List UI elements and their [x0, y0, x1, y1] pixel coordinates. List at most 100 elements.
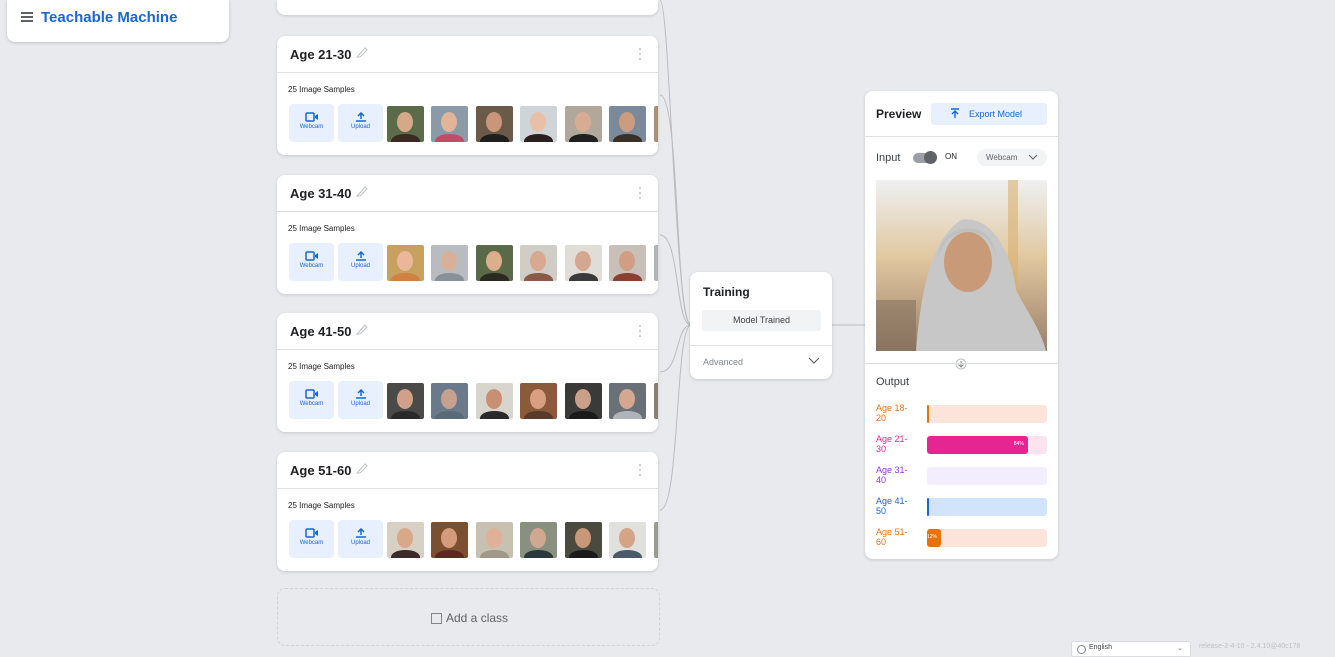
output-row: Age 31- 40 — [876, 465, 1047, 487]
sample-thumbnail[interactable] — [475, 245, 513, 281]
training-panel: Training Model Trained Advanced — [690, 272, 832, 379]
sample-thumbnail[interactable] — [653, 245, 658, 281]
output-class-label: Age 51- 60 — [876, 527, 908, 547]
export-model-label: Export Model — [969, 109, 1023, 119]
more-options-icon[interactable] — [639, 325, 642, 339]
class-name[interactable]: Age 51-60 — [290, 463, 351, 478]
edit-pencil-icon[interactable] — [355, 461, 369, 475]
sample-thumbnail[interactable] — [431, 245, 469, 281]
output-row: Age 18- 20 — [876, 403, 1047, 425]
sample-thumbnail[interactable] — [475, 522, 513, 558]
edit-pencil-icon[interactable] — [355, 184, 369, 198]
upload-button[interactable]: Upload — [338, 520, 383, 558]
edit-pencil-icon[interactable] — [355, 45, 369, 59]
globe-icon — [1077, 645, 1086, 654]
input-label: Input — [876, 152, 901, 164]
sample-thumbnail[interactable] — [609, 245, 647, 281]
sample-thumbnail[interactable] — [387, 245, 424, 281]
output-class-label: Age 31- 40 — [876, 465, 908, 485]
edit-pencil-icon[interactable] — [355, 322, 369, 336]
divider — [865, 363, 1058, 364]
sample-thumbnail[interactable] — [387, 106, 424, 142]
preview-title: Preview — [876, 107, 922, 121]
upload-button[interactable]: Upload — [338, 381, 383, 419]
add-box-icon — [431, 613, 442, 624]
sample-thumbnail[interactable] — [609, 522, 647, 558]
upload-button-label: Upload — [350, 263, 370, 269]
upload-button-label: Upload — [350, 540, 370, 546]
sample-thumbnail[interactable] — [520, 383, 558, 419]
class-name[interactable]: Age 21-30 — [290, 47, 351, 62]
sample-thumbnail[interactable] — [475, 106, 513, 142]
class-card-age-41-50: Age 41-50 25 Image Samples Webcam Upload — [277, 313, 658, 432]
preview-panel: Preview Export Model Input ON Webcam Out… — [865, 91, 1058, 559]
sample-thumbnail[interactable] — [564, 522, 602, 558]
sample-thumbnail[interactable] — [609, 106, 647, 142]
webcam-button-label: Webcam — [299, 401, 324, 407]
confidence-bar-fill — [927, 405, 929, 423]
sample-thumbnail[interactable] — [387, 522, 424, 558]
advanced-toggle-label[interactable]: Advanced — [703, 357, 743, 367]
sample-thumbnail[interactable] — [653, 383, 658, 419]
upload-button-label: Upload — [350, 124, 370, 130]
sample-thumbnail[interactable] — [653, 106, 658, 142]
confidence-percent: 12% — [926, 534, 937, 540]
class-name[interactable]: Age 31-40 — [290, 186, 351, 201]
webcam-icon — [304, 251, 318, 261]
sample-count: 25 Image Samples — [288, 224, 355, 233]
add-class-button[interactable]: Add a class — [277, 588, 660, 646]
webcam-button-label: Webcam — [299, 540, 324, 546]
sample-thumbnail[interactable] — [431, 383, 469, 419]
more-options-icon[interactable] — [639, 48, 642, 62]
confidence-bar-fill — [927, 498, 929, 516]
sample-thumbnail[interactable] — [653, 522, 658, 558]
app-header: Teachable Machine — [7, 0, 229, 42]
sample-thumbnail[interactable] — [564, 106, 602, 142]
more-options-icon[interactable] — [639, 464, 642, 478]
confidence-bar-track — [927, 405, 1047, 423]
upload-icon — [355, 112, 366, 122]
sample-thumbnail[interactable] — [520, 245, 558, 281]
confidence-bar-track: 84% — [927, 436, 1047, 454]
webcam-feed — [876, 180, 1047, 351]
input-source-select[interactable]: Webcam — [977, 149, 1047, 166]
chevron-down-icon[interactable] — [808, 357, 820, 365]
arrow-down-icon — [955, 358, 967, 370]
export-model-button[interactable]: Export Model — [931, 103, 1047, 125]
sample-thumbnail[interactable] — [431, 106, 469, 142]
sample-thumbnail[interactable] — [609, 383, 647, 419]
output-class-label: Age 21- 30 — [876, 434, 908, 454]
class-card-header: Age 41-50 — [277, 313, 658, 350]
model-trained-button[interactable]: Model Trained — [702, 310, 821, 331]
upload-button[interactable]: Upload — [338, 243, 383, 281]
sample-thumbnail[interactable] — [564, 245, 602, 281]
output-class-label: Age 18- 20 — [876, 403, 908, 423]
output-row: Age 21- 30 84% — [876, 434, 1047, 456]
class-name[interactable]: Age 41-50 — [290, 324, 351, 339]
class-card-header: Age 21-30 — [277, 36, 658, 73]
webcam-button-label: Webcam — [299, 263, 324, 269]
sample-thumbnails — [387, 106, 658, 142]
confidence-bar-track — [927, 467, 1047, 485]
output-row: Age 41- 50 — [876, 496, 1047, 518]
webcam-button[interactable]: Webcam — [289, 243, 334, 281]
more-options-icon[interactable] — [639, 187, 642, 201]
toggle-state-label: ON — [945, 152, 957, 161]
sample-thumbnail[interactable] — [564, 383, 602, 419]
webcam-button[interactable]: Webcam — [289, 381, 334, 419]
divider — [865, 136, 1058, 137]
upload-button-label: Upload — [350, 401, 370, 407]
sample-thumbnail[interactable] — [431, 522, 469, 558]
webcam-button[interactable]: Webcam — [289, 104, 334, 142]
app-title[interactable]: Teachable Machine — [41, 9, 177, 26]
input-toggle[interactable] — [913, 151, 937, 164]
sample-thumbnail[interactable] — [520, 106, 558, 142]
upload-icon — [355, 389, 366, 399]
sample-thumbnail[interactable] — [475, 383, 513, 419]
webcam-button[interactable]: Webcam — [289, 520, 334, 558]
hamburger-menu-icon[interactable] — [21, 12, 33, 22]
sample-thumbnails — [387, 245, 658, 281]
upload-button[interactable]: Upload — [338, 104, 383, 142]
sample-thumbnail[interactable] — [520, 522, 558, 558]
sample-thumbnail[interactable] — [387, 383, 424, 419]
